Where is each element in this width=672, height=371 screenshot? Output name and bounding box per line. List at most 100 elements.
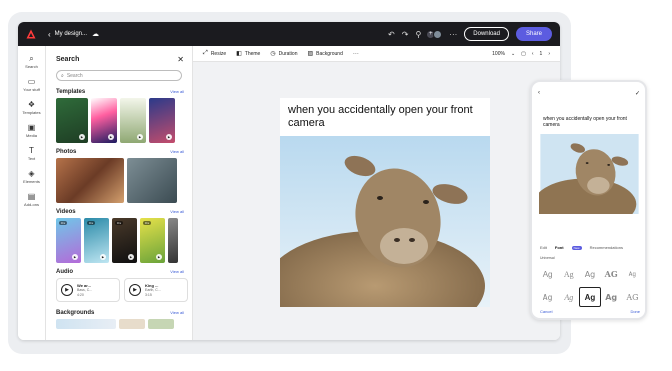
nav-label: Your stuff xyxy=(23,87,40,92)
nav-item-your-stuff[interactable]: ▭ Your stuff xyxy=(18,77,45,92)
video-thumbnail[interactable]: 0:s ▶ xyxy=(140,218,165,263)
lightbulb-icon[interactable]: ⚲ xyxy=(415,30,421,39)
font-option[interactable]: Ag xyxy=(622,264,643,284)
section-title: Videos xyxy=(56,209,76,215)
tab-edit[interactable]: Edit xyxy=(540,245,547,250)
download-button[interactable]: Download xyxy=(464,27,509,41)
clock-icon: ◷ xyxy=(270,51,276,57)
font-preview: Ag xyxy=(584,292,596,302)
search-input[interactable]: ⌕ Search xyxy=(56,70,182,81)
avatar[interactable] xyxy=(433,29,443,39)
back-chevron-icon[interactable]: ‹ xyxy=(538,90,540,96)
more-options-icon[interactable]: ··· xyxy=(353,51,359,57)
chevron-down-icon[interactable]: ⌄ xyxy=(511,51,515,57)
font-option[interactable]: Ag xyxy=(579,264,600,284)
play-icon[interactable]: ▶ xyxy=(61,284,73,296)
collaborators[interactable]: + xyxy=(426,29,443,39)
template-thumbnail[interactable]: ▶ xyxy=(91,98,117,143)
duration-badge: 0:s xyxy=(87,221,96,225)
view-all-link[interactable]: View all xyxy=(170,310,184,315)
background-thumbnail[interactable] xyxy=(148,319,174,329)
meme-caption[interactable]: when you accidentally open your front ca… xyxy=(288,104,488,130)
font-preview: Ag xyxy=(564,292,574,302)
next-page-icon[interactable]: › xyxy=(548,51,550,57)
duration-button[interactable]: ◷ Duration xyxy=(270,50,297,58)
font-category-label: Universal xyxy=(540,256,555,260)
font-option[interactable]: Ag xyxy=(558,264,579,284)
tab-font[interactable]: Font xyxy=(555,245,564,250)
design-page[interactable]: when you accidentally open your front ca… xyxy=(280,98,490,307)
theme-icon: ◧ xyxy=(236,51,242,57)
view-all-link[interactable]: View all xyxy=(170,149,184,154)
back-chevron-icon[interactable]: ‹ xyxy=(48,30,51,39)
nav-item-templates[interactable]: ❖ Templates xyxy=(18,100,45,115)
background-thumbnail[interactable] xyxy=(119,319,145,329)
play-icon: ▶ xyxy=(137,134,143,140)
phone-bottom-bar: Cancel Done xyxy=(540,309,640,314)
app-logo-icon[interactable] xyxy=(26,29,36,39)
audio-artist: Bass, C... xyxy=(77,287,93,292)
video-thumbnail[interactable]: 0:s ▶ xyxy=(112,218,137,263)
share-button[interactable]: Share xyxy=(515,27,552,41)
font-option[interactable]: AG xyxy=(622,287,643,307)
pages-icon[interactable]: ▢ xyxy=(521,51,526,57)
canvas-toolbar: ⤢ Resize ◧ Theme ◷ Duration ▨ Background ···… xyxy=(193,46,560,62)
resize-button[interactable]: ⤢ Resize xyxy=(203,50,226,57)
close-icon[interactable]: ✕ xyxy=(177,55,184,64)
view-all-link[interactable]: View all xyxy=(170,269,184,274)
nav-item-addons[interactable]: ▤ Add-ons xyxy=(18,192,45,207)
template-thumbnail[interactable]: ▶ xyxy=(56,98,88,143)
font-option[interactable]: Ag xyxy=(537,287,558,307)
undo-icon[interactable]: ↶ xyxy=(388,30,395,39)
font-option[interactable]: Ag xyxy=(558,287,579,307)
template-thumbnail[interactable]: ▶ xyxy=(120,98,146,143)
audio-card[interactable]: ▶ King ... Earth, C... 3:15 xyxy=(124,278,188,302)
nav-item-media[interactable]: ▣ Media xyxy=(18,123,45,138)
redo-icon[interactable]: ↷ xyxy=(402,30,409,39)
font-option-selected[interactable]: Ag xyxy=(579,287,601,307)
checkmark-icon[interactable]: ✓ xyxy=(635,90,640,97)
template-thumbnail[interactable]: ▶ xyxy=(149,98,175,143)
video-thumbnail[interactable]: 0:s ▶ xyxy=(84,218,109,263)
canvas-area: ⤢ Resize ◧ Theme ◷ Duration ▨ Background ···… xyxy=(193,46,560,340)
font-option[interactable]: Ag xyxy=(601,287,622,307)
phone-tabs: Edit Font New Recommendations xyxy=(540,245,640,250)
audio-artist: Earth, C... xyxy=(145,287,161,292)
resize-label: Resize xyxy=(210,50,227,57)
templates-row: ▶ ▶ ▶ ▶ xyxy=(46,95,192,143)
video-thumbnail[interactable] xyxy=(168,218,178,263)
background-label: Background xyxy=(316,50,343,57)
font-option[interactable]: AG xyxy=(601,264,622,284)
more-options-icon[interactable]: ··· xyxy=(449,30,457,39)
video-thumbnail[interactable]: 0:s ▶ xyxy=(56,218,81,263)
text-icon: T xyxy=(29,146,34,155)
prev-page-icon[interactable]: ‹ xyxy=(532,51,534,57)
zoom-level[interactable]: 100% xyxy=(492,51,505,57)
photo-thumbnail[interactable] xyxy=(127,158,177,203)
font-option[interactable]: Ag xyxy=(537,264,558,284)
nav-item-elements[interactable]: ◈ Elements xyxy=(18,169,45,184)
audio-duration: 4:20 xyxy=(77,292,84,297)
search-icon: ⌕ xyxy=(61,72,64,79)
photo-thumbnail[interactable] xyxy=(56,158,124,203)
done-button[interactable]: Done xyxy=(630,309,640,314)
play-icon[interactable]: ▶ xyxy=(129,284,141,296)
nav-item-search[interactable]: ⌕ Search xyxy=(18,54,45,69)
nav-label: Add-ons xyxy=(24,202,39,207)
background-thumbnail[interactable] xyxy=(56,319,116,329)
page-number: 1 xyxy=(539,50,543,57)
tab-recommendations[interactable]: Recommendations xyxy=(590,245,623,250)
sheep-photo[interactable] xyxy=(280,136,490,307)
view-all-link[interactable]: View all xyxy=(170,209,184,214)
theme-button[interactable]: ◧ Theme xyxy=(236,50,260,58)
cancel-button[interactable]: Cancel xyxy=(540,309,552,314)
top-bar: ‹ My design... ☁ ↶ ↷ ⚲ + ··· Download Sh… xyxy=(18,22,560,46)
nav-label: Media xyxy=(26,133,37,138)
section-title: Templates xyxy=(56,89,86,95)
audio-card[interactable]: ▶ We ar... Bass, C... 4:20 xyxy=(56,278,120,302)
media-icon: ▣ xyxy=(27,123,36,132)
background-button[interactable]: ▨ Background xyxy=(308,50,343,58)
document-name[interactable]: My design... xyxy=(55,31,87,37)
view-all-link[interactable]: View all xyxy=(170,89,184,94)
nav-item-text[interactable]: T Text xyxy=(18,146,45,161)
